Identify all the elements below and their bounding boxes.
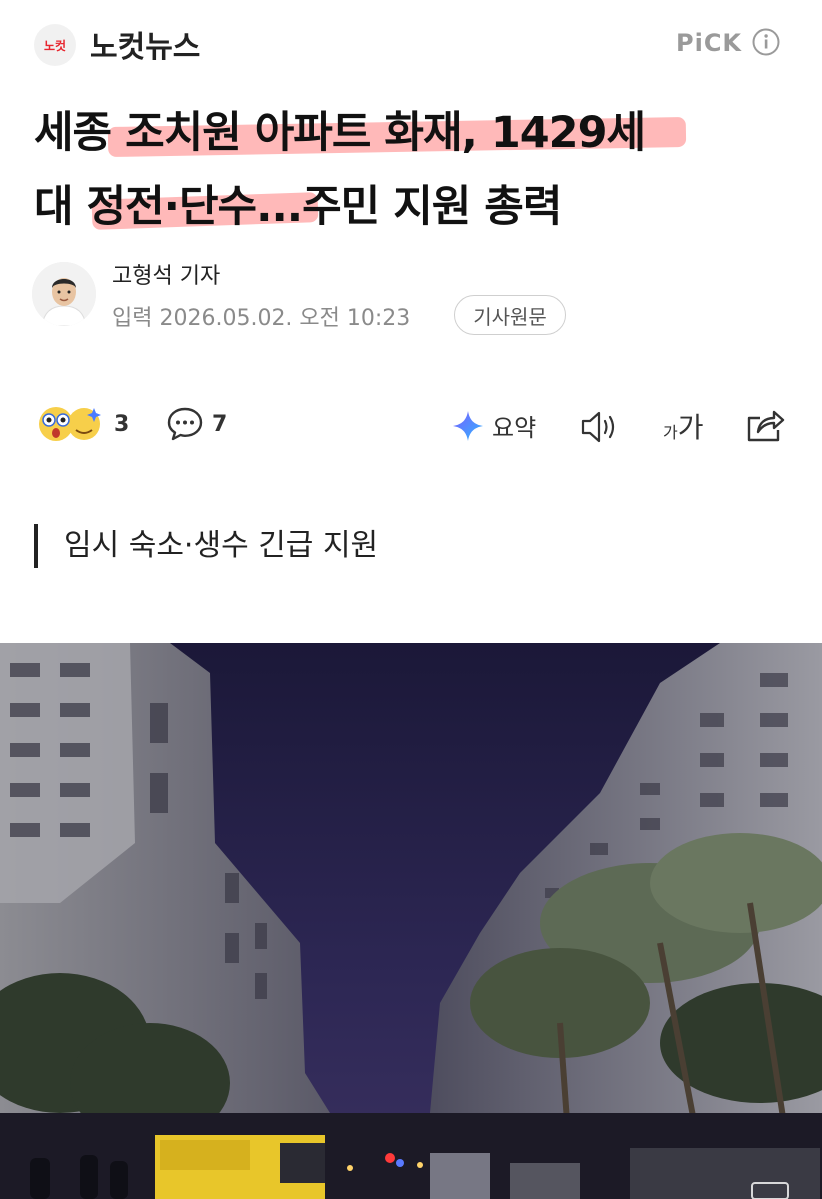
article-subheading: 임시 숙소·생수 긴급 지원 [34, 524, 378, 568]
info-icon[interactable] [752, 28, 780, 56]
reporter-avatar[interactable] [32, 262, 96, 326]
reporter-name[interactable]: 고형석 기자 [112, 258, 220, 290]
article-toolbar: 3 7 요약 가 가 [0, 396, 822, 456]
comment-button[interactable]: 7 [166, 406, 227, 442]
summary-label: 요약 [492, 414, 537, 442]
font-large-glyph: 가 [677, 411, 704, 444]
reaction-button[interactable]: 3 [36, 404, 129, 444]
press-logo[interactable]: 노컷 [34, 24, 76, 66]
article-photo[interactable] [0, 643, 822, 1199]
ai-summary-icon [453, 410, 483, 441]
article-title: 세종 조치원 아파트 화재, 1429세 대 정전·단수...주민 지원 총력 [34, 96, 794, 244]
publish-date: 입력 2026.05.02. 오전 10:23 [112, 306, 411, 331]
reaction-count: 3 [114, 411, 130, 437]
text-to-speech-icon[interactable] [580, 410, 622, 444]
summary-button[interactable]: 요약 [452, 408, 536, 443]
original-article-button[interactable]: 기사원문 [454, 295, 566, 335]
reaction-emoji-icon [39, 407, 101, 441]
logo-text: 노컷 [43, 38, 67, 53]
comment-count: 7 [212, 411, 228, 437]
press-name[interactable]: 노컷뉴스 [90, 22, 200, 66]
press-header: 노컷 노컷뉴스 PiCK [0, 0, 822, 90]
pick-badge: PiCK [676, 29, 743, 57]
share-icon[interactable] [744, 406, 786, 444]
title-line-2: 대 정전·단수...주민 지원 총력 [34, 182, 562, 232]
title-line-1: 세종 조치원 아파트 화재, 1429세 [34, 108, 646, 158]
night-apartment-image [0, 643, 822, 1199]
font-size-button[interactable]: 가 가 [663, 406, 704, 446]
font-small-glyph: 가 [663, 423, 678, 442]
comment-icon [167, 407, 203, 441]
